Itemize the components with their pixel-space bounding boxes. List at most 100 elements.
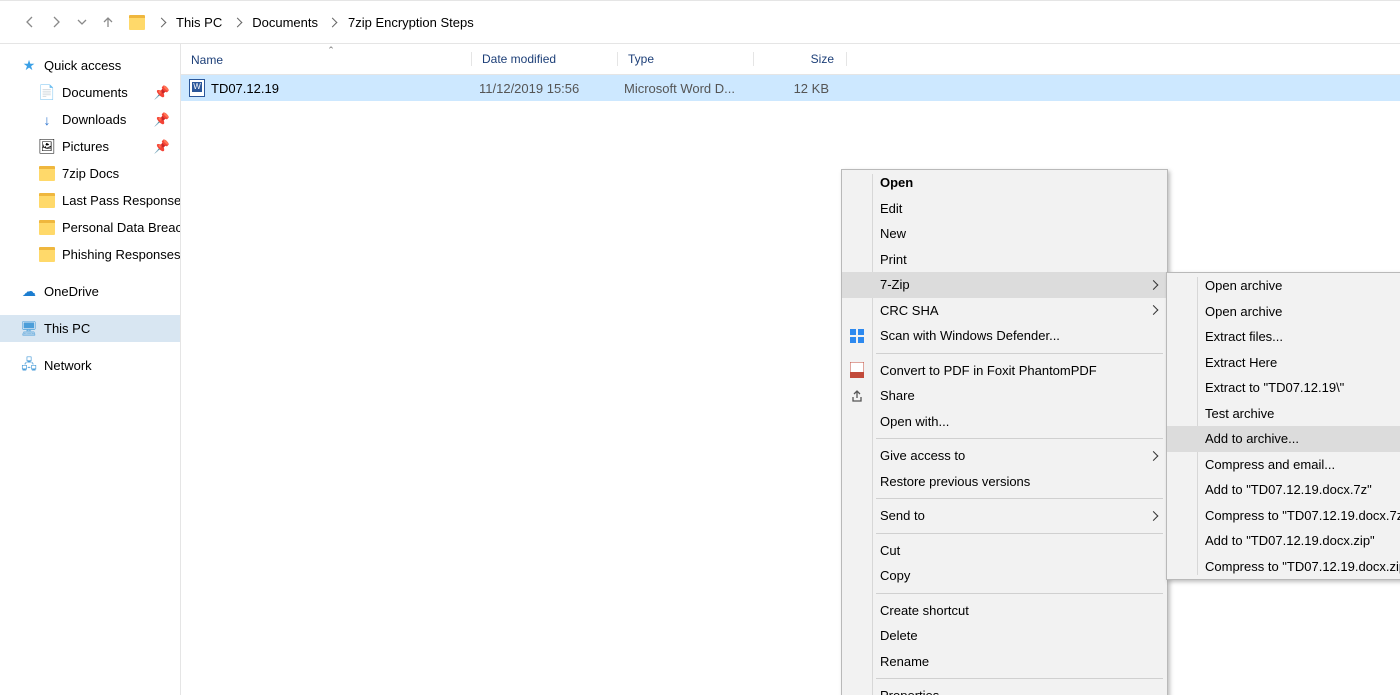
nav-this-pc[interactable]: This PC (0, 315, 180, 342)
nav-quick-access[interactable]: Quick access (0, 52, 180, 79)
nav-network[interactable]: Network (0, 352, 180, 379)
breadcrumb-this-pc[interactable]: This PC (174, 1, 224, 43)
menu-send-to[interactable]: Send to (842, 503, 1167, 529)
folder-icon (126, 12, 148, 32)
nav-item-phishing-responses[interactable]: Phishing Responses (0, 241, 180, 268)
menu-crc-sha[interactable]: CRC SHA (842, 298, 1167, 324)
submenu-open-archive[interactable]: Open archive (1167, 273, 1400, 299)
address-bar: This PC Documents 7zip Encryption Steps (0, 0, 1400, 44)
file-list: ⌃ Name Date modified Type Size TD07.12.1… (181, 44, 1400, 695)
submenu-extract-files[interactable]: Extract files... (1167, 324, 1400, 350)
pin-icon: 📌 (154, 139, 180, 155)
menu-give-access-to[interactable]: Give access to (842, 443, 1167, 469)
menu-delete[interactable]: Delete (842, 623, 1167, 649)
submenu-compress-zip-email[interactable]: Compress to "TD07.12.19.docx.zip" and em… (1167, 554, 1400, 580)
nav-label: OneDrive (44, 284, 99, 299)
submenu-arrow-icon (1150, 281, 1157, 288)
nav-label: Quick access (44, 58, 121, 73)
column-name[interactable]: ⌃ Name (181, 51, 471, 67)
menu-properties[interactable]: Properties (842, 683, 1167, 695)
onedrive-icon (20, 283, 38, 301)
submenu-extract-to[interactable]: Extract to "TD07.12.19\" (1167, 375, 1400, 401)
file-name: TD07.12.19 (211, 81, 279, 96)
word-doc-icon (189, 79, 205, 97)
menu-new[interactable]: New (842, 221, 1167, 247)
documents-icon (38, 84, 56, 102)
network-icon (20, 357, 38, 375)
nav-label: Last Pass Responses (62, 193, 180, 208)
menu-create-shortcut[interactable]: Create shortcut (842, 598, 1167, 624)
submenu-arrow-icon (1150, 307, 1157, 314)
share-icon (848, 387, 866, 405)
pictures-icon (38, 138, 56, 156)
column-date-modified[interactable]: Date modified (471, 52, 617, 66)
menu-7zip[interactable]: 7-Zip (842, 272, 1167, 298)
submenu-compress-email[interactable]: Compress and email... (1167, 452, 1400, 478)
submenu-extract-here[interactable]: Extract Here (1167, 350, 1400, 376)
nav-forward-button[interactable] (46, 12, 66, 32)
folder-icon (38, 192, 56, 210)
sort-indicator-icon: ⌃ (191, 47, 471, 53)
this-pc-icon (20, 320, 38, 338)
submenu-arrow-icon (1150, 512, 1157, 519)
submenu-add-to-archive[interactable]: Add to archive... (1167, 426, 1400, 452)
nav-item-7zip-docs[interactable]: 7zip Docs (0, 160, 180, 187)
nav-recent-dropdown[interactable] (72, 12, 92, 32)
nav-item-lastpass-responses[interactable]: Last Pass Responses (0, 187, 180, 214)
breadcrumb-documents[interactable]: Documents (250, 1, 320, 43)
menu-scan-defender[interactable]: Scan with Windows Defender... (842, 323, 1167, 349)
submenu-open-archive-variants[interactable]: Open archive (1167, 299, 1400, 325)
column-label: Name (191, 53, 223, 67)
menu-cut[interactable]: Cut (842, 538, 1167, 564)
file-type: Microsoft Word D... (614, 81, 749, 96)
nav-label: Network (44, 358, 92, 373)
menu-edit[interactable]: Edit (842, 196, 1167, 222)
nav-item-personal-data-breach[interactable]: Personal Data Breac (0, 214, 180, 241)
file-size: 12 KB (749, 81, 841, 96)
submenu-arrow-icon (1150, 452, 1157, 459)
nav-label: Personal Data Breac (62, 220, 180, 235)
menu-open[interactable]: Open (842, 170, 1167, 196)
menu-open-with[interactable]: Open with... (842, 409, 1167, 435)
menu-convert-pdf[interactable]: Convert to PDF in Foxit PhantomPDF (842, 358, 1167, 384)
menu-rename[interactable]: Rename (842, 649, 1167, 675)
menu-print[interactable]: Print (842, 247, 1167, 273)
submenu-add-to-zip[interactable]: Add to "TD07.12.19.docx.zip" (1167, 528, 1400, 554)
nav-item-pictures[interactable]: Pictures 📌 (0, 133, 180, 160)
folder-icon (38, 246, 56, 264)
submenu-test-archive[interactable]: Test archive (1167, 401, 1400, 427)
pin-icon: 📌 (154, 112, 180, 128)
chevron-right-icon (326, 19, 340, 26)
nav-up-button[interactable] (98, 12, 118, 32)
quick-access-icon (20, 57, 38, 75)
defender-icon (848, 327, 866, 345)
menu-restore-previous[interactable]: Restore previous versions (842, 469, 1167, 495)
nav-back-button[interactable] (20, 12, 40, 32)
nav-label: Pictures (62, 139, 109, 154)
nav-label: This PC (44, 321, 90, 336)
column-type[interactable]: Type (617, 52, 753, 66)
nav-label: Documents (62, 85, 128, 100)
navigation-pane: Quick access Documents 📌 Downloads 📌 Pic… (0, 44, 181, 695)
column-size[interactable]: Size (753, 52, 847, 66)
folder-icon (38, 165, 56, 183)
downloads-icon (38, 111, 56, 129)
nav-item-documents[interactable]: Documents 📌 (0, 79, 180, 106)
submenu-compress-7z-email[interactable]: Compress to "TD07.12.19.docx.7z" and ema… (1167, 503, 1400, 529)
breadcrumb-current-folder[interactable]: 7zip Encryption Steps (346, 1, 476, 43)
file-row[interactable]: TD07.12.19 11/12/2019 15:56 Microsoft Wo… (181, 75, 1400, 101)
file-date: 11/12/2019 15:56 (469, 81, 614, 96)
pin-icon: 📌 (154, 85, 180, 101)
chevron-right-icon (230, 19, 244, 26)
context-menu: Open Edit New Print 7-Zip CRC SHA Scan w… (841, 169, 1168, 695)
submenu-add-to-7z[interactable]: Add to "TD07.12.19.docx.7z" (1167, 477, 1400, 503)
sevenzip-submenu: Open archive Open archive Extract files.… (1166, 272, 1400, 580)
pdf-icon (848, 361, 866, 379)
chevron-right-icon (154, 19, 168, 26)
nav-onedrive[interactable]: OneDrive (0, 278, 180, 305)
nav-label: Downloads (62, 112, 126, 127)
nav-item-downloads[interactable]: Downloads 📌 (0, 106, 180, 133)
menu-copy[interactable]: Copy (842, 563, 1167, 589)
nav-label: 7zip Docs (62, 166, 119, 181)
menu-share[interactable]: Share (842, 383, 1167, 409)
